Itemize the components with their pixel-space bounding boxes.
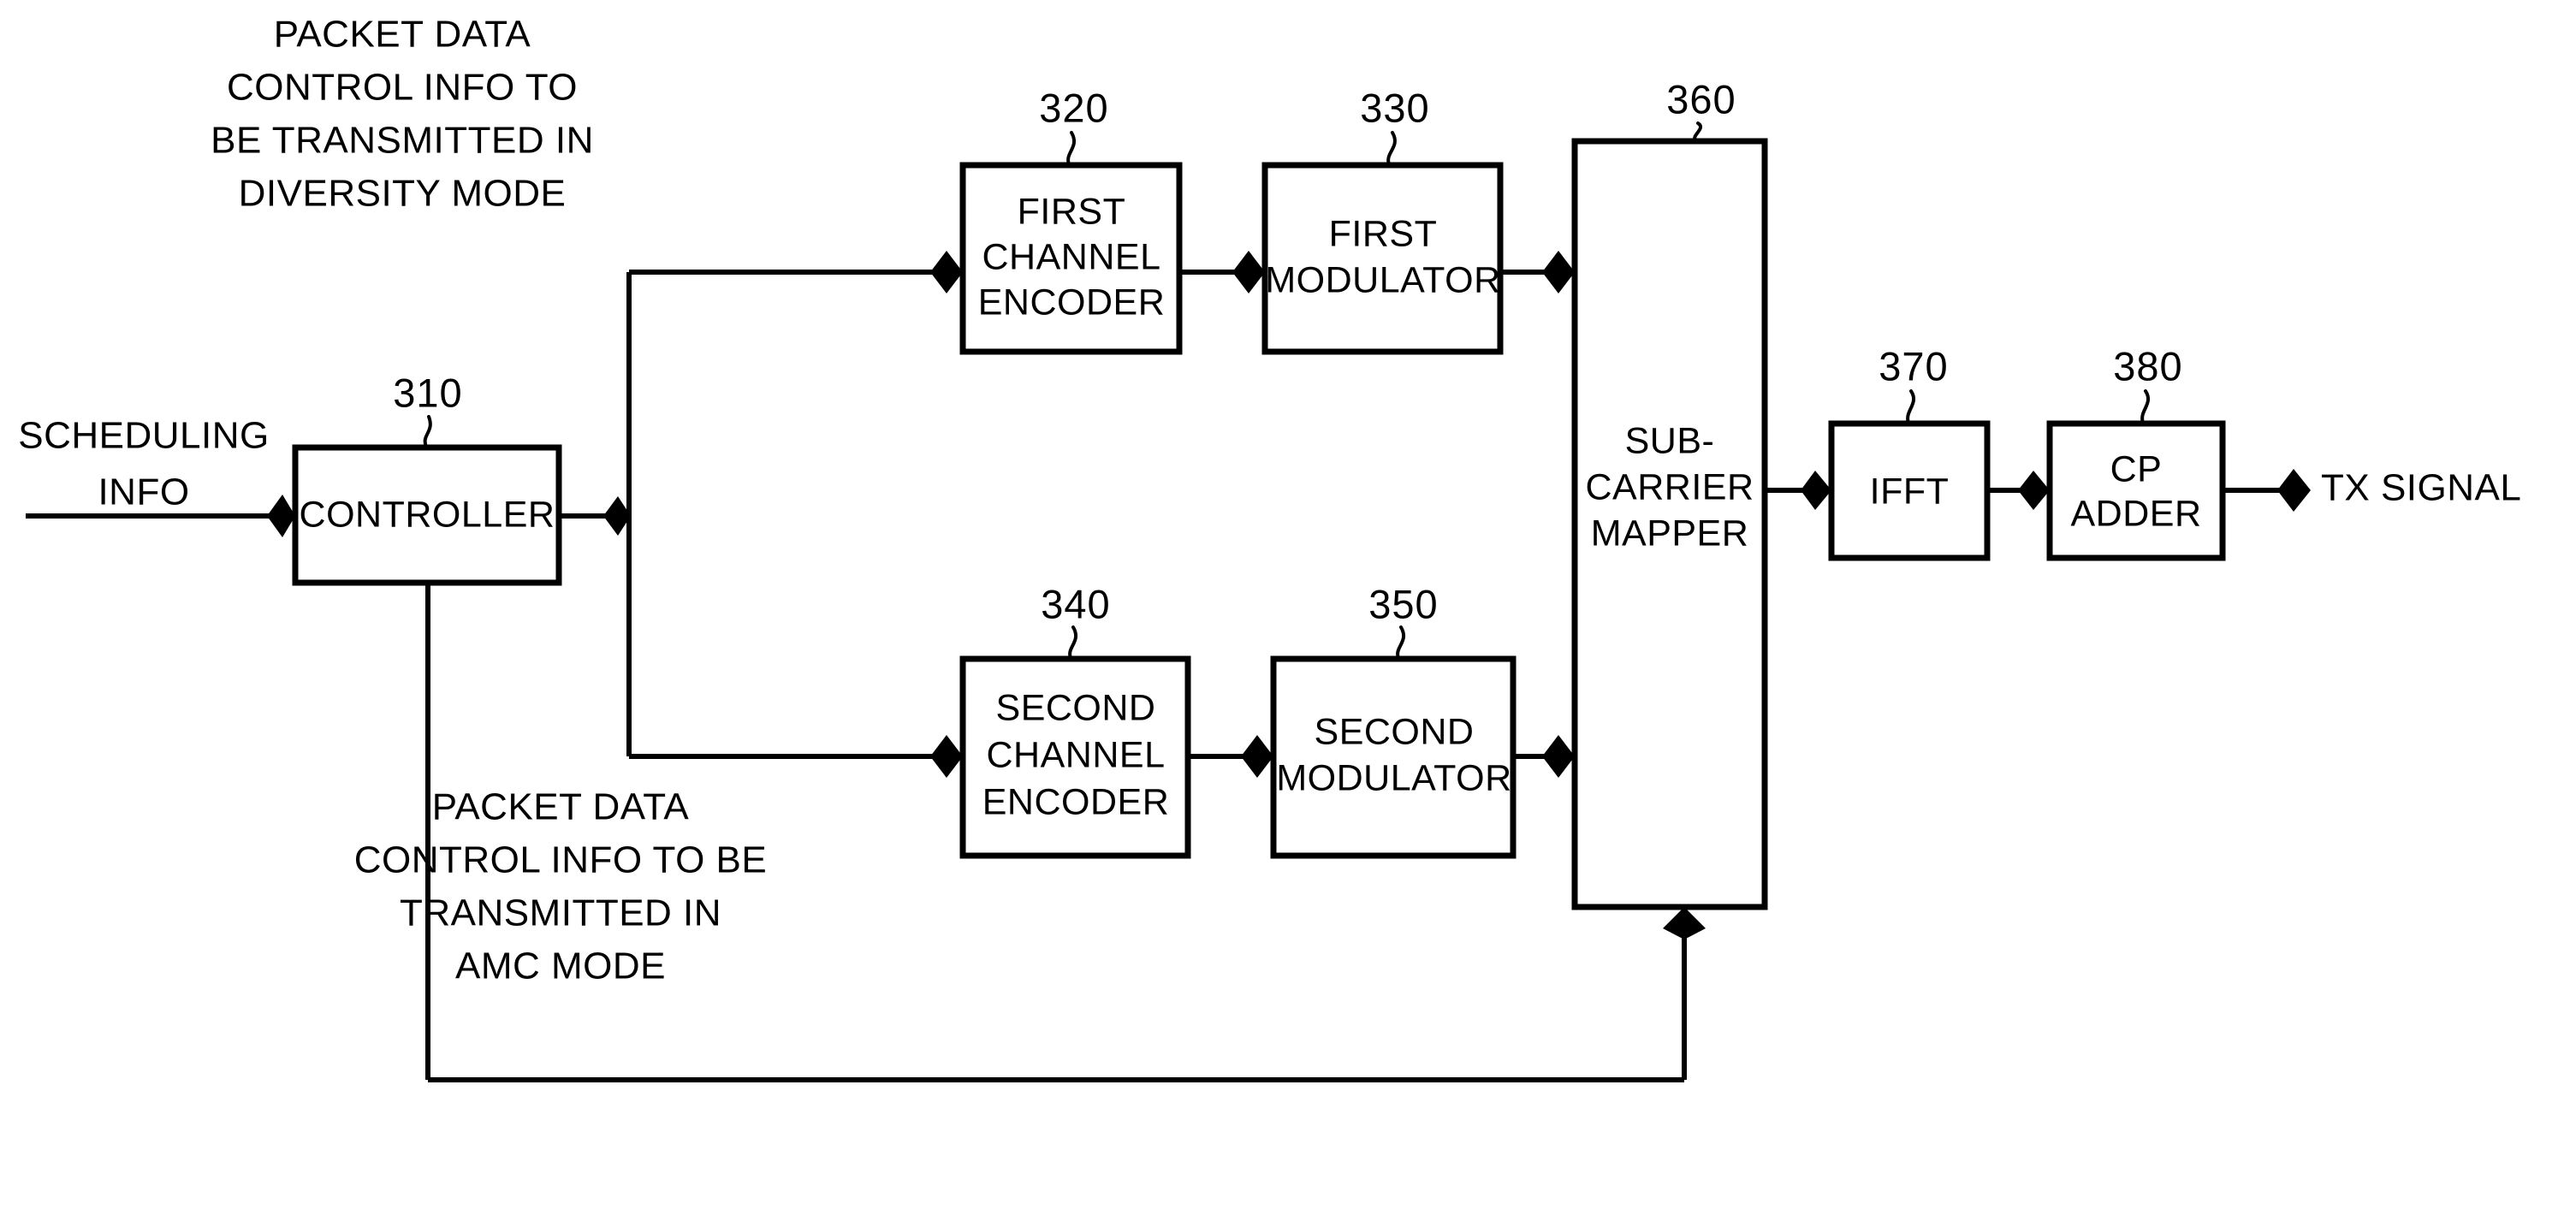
figure-canvas: SCHEDULING INFO CONTROLLER 310 PACKET DA… [0,0,2576,1227]
scheduling-info-line2: INFO [98,471,189,513]
diversity-label-line2: CONTROL INFO TO [227,67,578,109]
subcarrier-mapper-ref-group: 360 [1666,76,1736,142]
controller-output-arrow [559,496,631,536]
first-channel-encoder-ref-group: 320 [1039,85,1108,166]
controller-ref-group: 310 [393,370,462,448]
mapper-to-ifft-arrow [1765,471,1831,510]
subcarrier-mapper-line2: CARRIER [1585,466,1754,507]
diversity-input-label-group: PACKET DATA CONTROL INFO TO BE TRANSMITT… [211,14,594,215]
second-channel-encoder-ref-group: 340 [1041,581,1110,660]
scheduling-info-line1: SCHEDULING [18,415,270,457]
ifft-block[interactable]: IFFT [1828,420,1991,561]
ref-360: 360 [1666,76,1736,122]
first-channel-encoder-line1: FIRST [1018,191,1126,232]
subcarrier-mapper-block[interactable]: SUB- CARRIER MAPPER [1571,138,1768,910]
controller-block[interactable]: CONTROLLER [292,444,562,586]
second-modulator-to-mapper-arrow [1513,735,1575,778]
cp-adder-line2: ADDER [2070,493,2201,534]
ref-350: 350 [1368,581,1438,626]
first-modulator-line1: FIRST [1329,213,1438,254]
scheduling-info-label-group: SCHEDULING INFO [18,415,270,513]
tx-signal-arrow [2223,469,2311,512]
subcarrier-mapper-line1: SUB- [1625,420,1715,461]
controller-label: CONTROLLER [300,494,555,535]
ref-320: 320 [1039,85,1108,130]
second-modulator-line1: SECOND [1315,711,1475,752]
second-channel-encoder-line3: ENCODER [982,781,1170,822]
second-modulator-ref-group: 350 [1368,581,1438,660]
diversity-label-line4: DIVERSITY MODE [239,173,567,215]
first-channel-encoder-line2: CHANNEL [982,236,1161,277]
first-encoder-to-modulator-arrow [1179,251,1265,293]
tx-signal-label: TX SIGNAL [2321,467,2521,509]
first-modulator-line2: MODULATOR [1265,259,1500,300]
first-modulator-box[interactable] [1261,162,1504,355]
second-channel-encoder-line1: SECOND [996,687,1156,728]
amc-label-line4: AMC MODE [455,945,666,987]
second-channel-encoder-block[interactable]: SECOND CHANNEL ENCODER [959,655,1191,859]
ifft-ref-group: 370 [1879,343,1948,424]
second-channel-encoder-line2: CHANNEL [987,734,1166,775]
cp-adder-line1: CP [2110,448,2163,489]
amc-label-line2: CONTROL INFO TO BE [354,839,767,881]
first-channel-encoder-line3: ENCODER [978,282,1166,323]
ref-310: 310 [393,370,462,415]
ref-370: 370 [1879,343,1948,388]
first-channel-encoder-block[interactable]: FIRST CHANNEL ENCODER [959,162,1183,355]
second-encoder-to-modulator-arrow [1188,735,1273,778]
block-diagram-svg: SCHEDULING INFO CONTROLLER 310 PACKET DA… [18,14,2521,1082]
amc-branch-arrow [629,735,963,778]
diversity-label-line3: BE TRANSMITTED IN [211,120,594,162]
ref-380: 380 [2113,343,2182,388]
ref-330: 330 [1360,85,1429,130]
ref-340: 340 [1041,581,1110,626]
cp-adder-block[interactable]: CP ADDER [2046,420,2226,561]
ifft-label: IFFT [1870,471,1950,512]
diversity-branch-arrow [629,251,963,293]
first-modulator-block[interactable]: FIRST MODULATOR [1261,162,1504,355]
amc-input-label-group: PACKET DATA CONTROL INFO TO BE TRANSMITT… [354,786,767,987]
first-modulator-to-mapper-arrow [1500,251,1575,293]
subcarrier-mapper-line3: MAPPER [1591,513,1749,554]
cp-adder-box[interactable] [2046,420,2226,561]
amc-label-line3: TRANSMITTED IN [400,892,721,934]
cp-adder-ref-group: 380 [2113,343,2182,424]
diversity-label-line1: PACKET DATA [274,14,531,56]
amc-label-line1: PACKET DATA [432,786,690,828]
ifft-to-cp-adder-arrow [1987,471,2050,510]
first-modulator-ref-group: 330 [1360,85,1429,166]
second-modulator-block[interactable]: SECOND MODULATOR [1270,655,1517,859]
second-modulator-line2: MODULATOR [1276,757,1511,798]
